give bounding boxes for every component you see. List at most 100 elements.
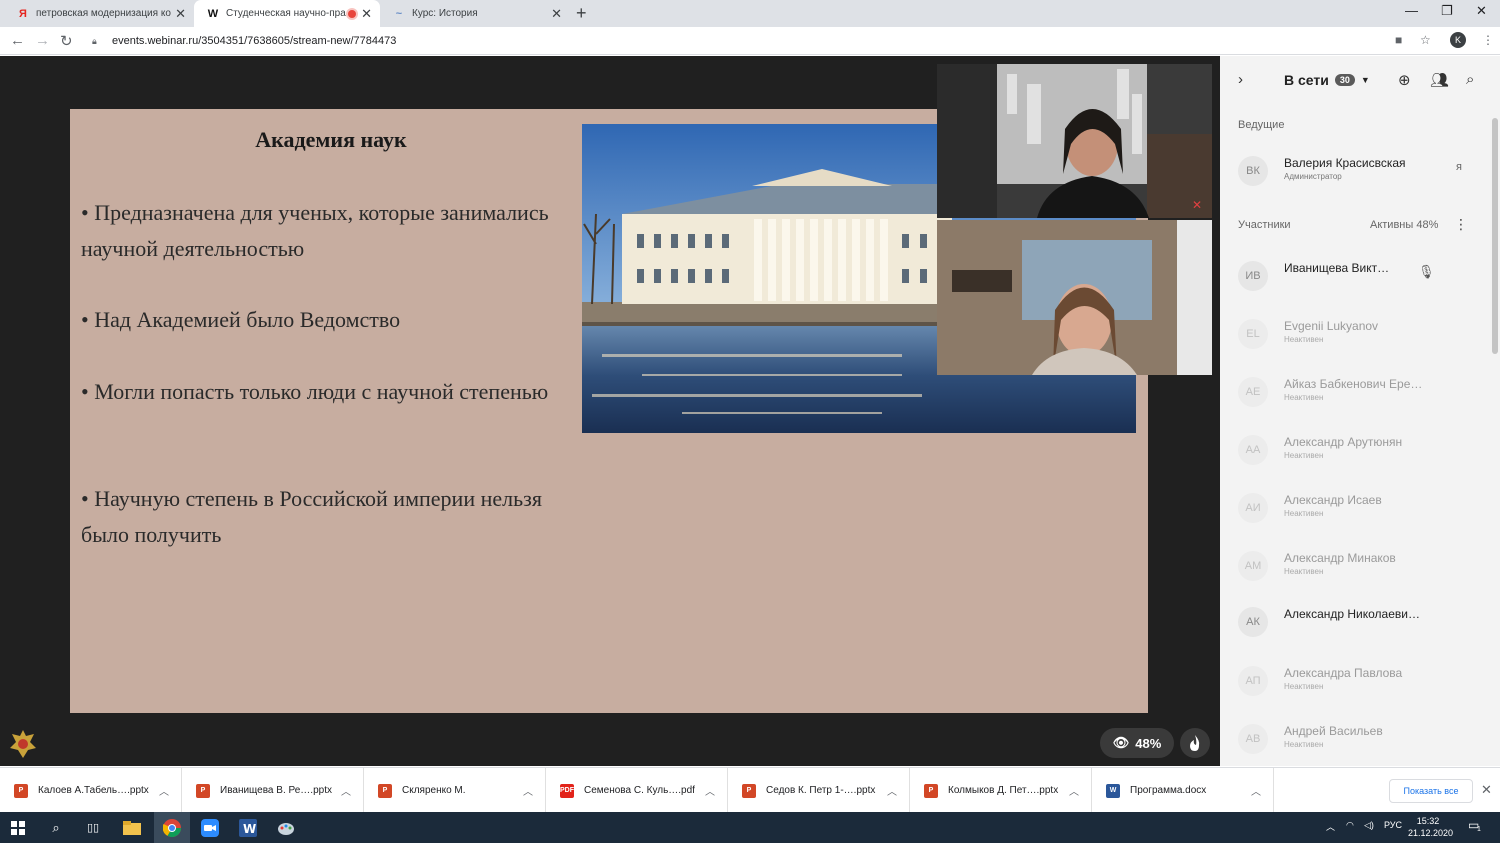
pdf-file-icon: PDF (560, 783, 574, 798)
close-tab-icon[interactable]: ✕ (175, 6, 186, 22)
chevron-up-icon[interactable]: ︿ (159, 783, 169, 798)
microphone-icon[interactable]: 🎙︎ (1418, 264, 1435, 280)
participant-row[interactable]: АА Александр Арутюнян Неактивен (1220, 421, 1492, 479)
more-options-icon[interactable]: ⋮ (1454, 216, 1468, 233)
participant-row[interactable]: АЕ Айказ Бабкенович Ере… Неактивен (1220, 363, 1492, 421)
word-icon[interactable]: W (230, 812, 266, 843)
participant-row[interactable]: АВ Андрей Васильев Неактивен (1220, 710, 1492, 768)
participant-name: Айказ Бабкенович Ере… (1284, 377, 1423, 391)
show-all-downloads-button[interactable]: Показать все (1389, 779, 1473, 803)
close-tab-icon[interactable]: ✕ (551, 6, 562, 22)
avatar: АА (1238, 435, 1268, 465)
chevron-up-icon[interactable]: ︿ (523, 783, 533, 798)
camera-icon[interactable]: ■ (1395, 33, 1402, 47)
collapse-chevron-icon[interactable]: › (1238, 71, 1243, 88)
reaction-button[interactable] (1180, 728, 1210, 758)
tray-chevron-up-icon[interactable]: ︿ (1326, 820, 1335, 833)
pptx-file-icon: P (196, 783, 210, 798)
download-filename: Иванищева В. Ре….pptx (220, 785, 332, 796)
volume-icon[interactable]: ◁) (1364, 820, 1374, 831)
avatar: АП (1238, 666, 1268, 696)
download-filename: Калоев А.Табель….pptx (38, 785, 149, 796)
participant-row[interactable]: АИ Александр Исаев Неактивен (1220, 479, 1492, 537)
participant-row[interactable]: АК Александр Николаеви… (1220, 593, 1492, 651)
paint-icon[interactable] (268, 812, 304, 843)
participant-row[interactable]: EL Evgenii Lukyanov Неактивен (1220, 305, 1492, 363)
language-indicator[interactable]: РУС (1384, 820, 1402, 830)
tab-webinar[interactable]: W Студенческая научно-практ ✕ (194, 0, 380, 27)
slide-bullet: • Могли попасть только люди с научной ст… (81, 379, 549, 404)
new-tab-icon[interactable]: + (576, 3, 587, 24)
search-icon[interactable]: ⌕ (38, 812, 74, 843)
online-count-badge: 30 (1334, 74, 1355, 86)
participant-name: Александра Павлова (1284, 666, 1403, 680)
participant-role: Администратор (1284, 172, 1342, 181)
close-downloads-icon[interactable]: ✕ (1481, 782, 1492, 798)
hosts-section-label: Ведущие (1238, 119, 1285, 131)
download-item[interactable]: W Программа.docx ︿ (1092, 768, 1274, 813)
participant-row[interactable]: АП Александра Павлова Неактивен (1220, 652, 1492, 710)
clock[interactable]: 15:32 21.12.2020 (1408, 815, 1453, 839)
download-item[interactable]: PDF Семенова С. Куль….pdf ︿ (546, 768, 728, 813)
close-tab-icon[interactable]: ✕ (361, 6, 372, 22)
participant-name: Андрей Васильев (1284, 724, 1383, 738)
profile-avatar[interactable]: K (1450, 32, 1466, 48)
download-item[interactable]: P Иванищева В. Ре….pptx ︿ (182, 768, 364, 813)
svg-text:W: W (243, 822, 256, 836)
participant-name: Валерия Красисвская (1284, 156, 1406, 170)
back-icon[interactable]: ← (10, 32, 25, 49)
windows-taskbar: ⌕ ▯▯ W ︿ ◠ ◁) РУС 15:32 21.12.2020 ▭ 1 (0, 812, 1500, 843)
chevron-up-icon[interactable]: ︿ (705, 783, 715, 798)
bookmark-star-icon[interactable]: ☆ (1420, 33, 1431, 47)
webcam-host[interactable]: ✕ (937, 64, 1212, 218)
viewers-activity-badge[interactable]: 👁︎ 48% (1100, 728, 1174, 758)
participant-name: Александр Арутюнян (1284, 435, 1403, 449)
forward-icon[interactable]: → (35, 32, 50, 49)
download-item[interactable]: P Калоев А.Табель….pptx ︿ (0, 768, 182, 813)
participant-row[interactable]: ИВ Иванищева Викт… 🎙︎ (1220, 247, 1492, 305)
tab-course[interactable]: ~ Курс: История ✕ (380, 0, 570, 27)
task-view-icon[interactable]: ▯▯ (75, 812, 111, 843)
download-filename: Семенова С. Куль….pdf (584, 785, 695, 796)
chevron-up-icon[interactable]: ︿ (887, 783, 897, 798)
webinar-stage: Академия наук • Предназначена для ученых… (0, 56, 1220, 766)
url-field[interactable]: 🔒︎ events.webinar.ru/3504351/7638605/str… (86, 30, 1446, 52)
moodle-icon: ~ (395, 7, 403, 20)
chevron-down-icon: ▼ (1360, 75, 1370, 85)
avatar: АИ (1238, 493, 1268, 523)
file-explorer-icon[interactable] (114, 812, 150, 843)
people-icon[interactable]: 👥︎ (1430, 71, 1449, 89)
sidebar-scrollbar[interactable] (1492, 118, 1498, 354)
chevron-up-icon[interactable]: ︿ (1069, 783, 1079, 798)
add-icon[interactable]: ⊕ (1398, 71, 1411, 89)
download-item[interactable]: P Колмыков Д. Пет….pptx ︿ (910, 768, 1092, 813)
download-item[interactable]: P Скляренко М. ︿ (364, 768, 546, 813)
slide-bullet: • Предназначена для ученых, которые зани… (81, 200, 549, 261)
tab-yandex[interactable]: Я петровская модернизация конф ✕ (4, 0, 194, 27)
pptx-file-icon: P (378, 783, 392, 798)
participant-status: Неактивен (1284, 682, 1324, 691)
docx-file-icon: W (1106, 783, 1120, 798)
reload-icon[interactable]: ↻ (60, 32, 73, 50)
slide-bullet: • Научную степень в Российской империи н… (81, 486, 542, 547)
chevron-up-icon[interactable]: ︿ (1251, 783, 1261, 798)
close-window-icon[interactable]: ✕ (1476, 3, 1487, 19)
ministry-emblem-icon (10, 730, 36, 758)
chevron-up-icon[interactable]: ︿ (341, 783, 351, 798)
tab-title: петровская модернизация конф (36, 8, 171, 19)
zoom-icon[interactable] (192, 812, 228, 843)
search-icon[interactable]: ⌕ (1466, 71, 1474, 88)
participant-status: Неактивен (1284, 451, 1324, 460)
host-row[interactable]: ВК Валерия Красисвская Администратор я (1220, 142, 1492, 200)
avatar: EL (1238, 319, 1268, 349)
wifi-icon[interactable]: ◠ (1346, 820, 1354, 831)
participant-row[interactable]: АМ Александр Минаков Неактивен (1220, 537, 1492, 595)
menu-dots-icon[interactable]: ⋮ (1482, 33, 1494, 47)
chrome-icon[interactable] (154, 812, 190, 843)
online-dropdown[interactable]: В сети 30 ▼ (1284, 72, 1370, 88)
windows-start-icon[interactable] (0, 812, 36, 843)
restore-icon[interactable]: ❐ (1441, 3, 1453, 19)
download-item[interactable]: P Седов К. Петр 1-….pptx ︿ (728, 768, 910, 813)
webcam-participant[interactable] (937, 220, 1212, 375)
minimize-icon[interactable]: — (1405, 3, 1418, 18)
